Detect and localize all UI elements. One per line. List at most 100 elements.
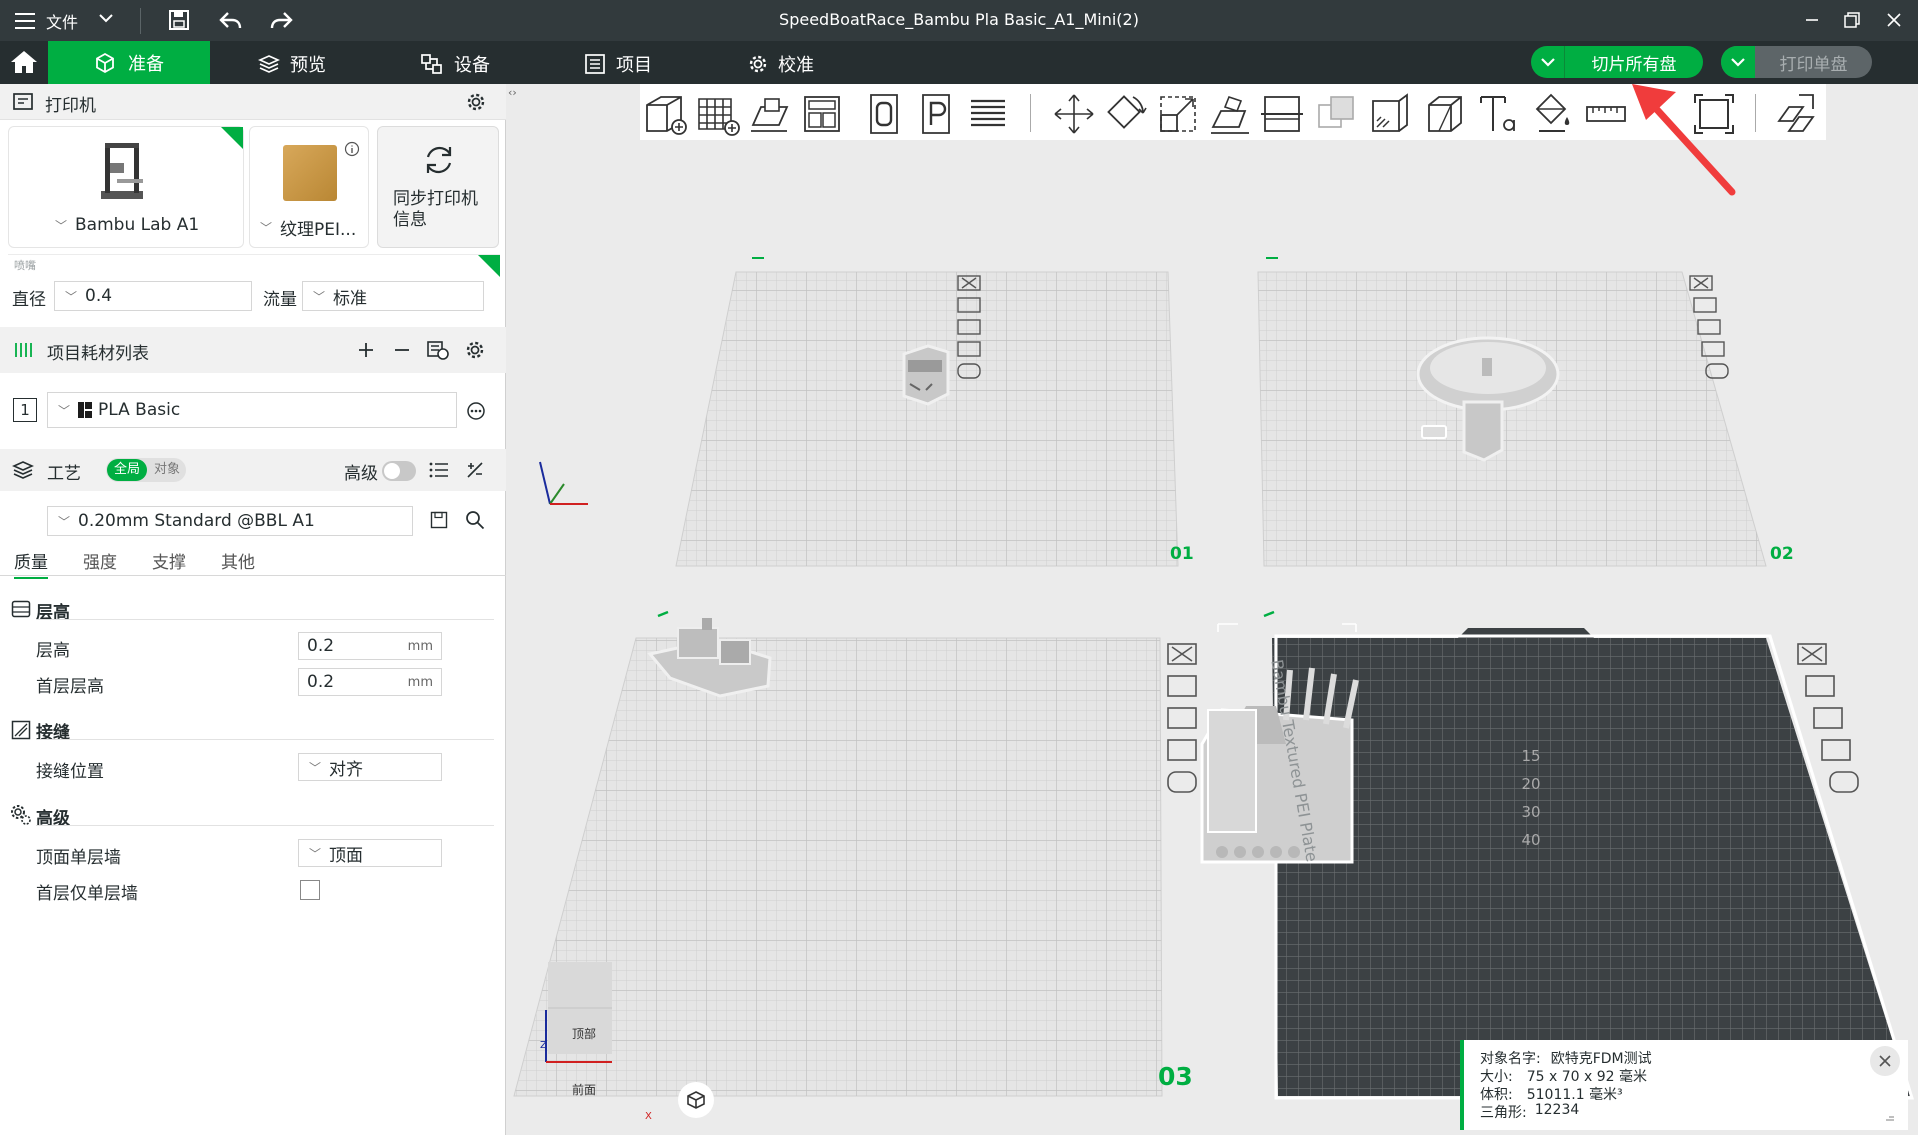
process-section-header: 工艺 全局 对象 高级 — [0, 449, 506, 491]
collapse-sidebar-icon[interactable]: ‹› — [508, 86, 517, 99]
more-options-icon[interactable] — [466, 401, 486, 421]
close-info-button[interactable] — [1870, 1046, 1900, 1076]
sync-printer-button[interactable]: 同步打印机信息 — [377, 126, 499, 248]
layer-height-input[interactable]: 0.2 mm — [298, 632, 442, 660]
add-icon[interactable] — [356, 340, 376, 360]
arrange-icon[interactable] — [798, 90, 846, 138]
tab-preview[interactable]: 预览 — [258, 51, 326, 77]
tab-calibration[interactable]: 校准 — [748, 51, 814, 77]
filament-select[interactable]: ﹀ PLA Basic — [47, 392, 457, 428]
move-icon[interactable] — [1050, 90, 1098, 138]
divider — [36, 739, 494, 740]
3d-viewport[interactable] — [506, 140, 1918, 1135]
close-icon — [1878, 1054, 1892, 1068]
first-layer-height-input[interactable]: 0.2 mm — [298, 668, 442, 696]
gear-icon[interactable] — [465, 340, 485, 360]
object-size-row: 大小: 75 x 70 x 92 毫米 — [1480, 1066, 1647, 1086]
tab-project[interactable]: 项目 — [584, 51, 652, 77]
printer-section-header: 打印机 — [0, 84, 506, 120]
dice-model[interactable] — [902, 344, 950, 406]
printer-select[interactable]: ﹀ Bambu Lab A1 — [55, 215, 199, 235]
divider — [1030, 94, 1031, 132]
lay-on-face-icon[interactable] — [1206, 90, 1254, 138]
seam-position-select[interactable]: ﹀ 对齐 — [298, 753, 442, 781]
seam-position-label: 接缝位置 — [36, 762, 104, 782]
toggle-object[interactable]: 对象 — [150, 459, 184, 481]
tab-preview-label: 预览 — [290, 55, 326, 76]
scale-icon[interactable] — [1154, 90, 1202, 138]
minimize-icon[interactable] — [1804, 12, 1820, 28]
tab-support[interactable]: 支撑 — [152, 548, 186, 573]
first-layer-one-wall-checkbox[interactable] — [300, 880, 320, 900]
chevron-down-icon[interactable] — [1721, 46, 1755, 78]
tab-quality[interactable]: 质量 — [14, 548, 48, 579]
home-icon[interactable] — [10, 49, 38, 75]
layers-stack-icon[interactable] — [964, 90, 1012, 138]
plate-04[interactable] — [1263, 610, 1915, 1100]
gear-icon[interactable] — [466, 92, 486, 112]
seam-position-value: 对齐 — [329, 759, 364, 780]
add-object-icon[interactable] — [642, 90, 690, 138]
chevron-down-icon: ﹀ — [309, 846, 322, 861]
slice-all-button[interactable]: 切片所有盘 — [1531, 46, 1703, 78]
auto-orient-icon[interactable] — [746, 90, 794, 138]
search-icon[interactable] — [465, 510, 485, 530]
selected-corner-marker — [478, 255, 500, 277]
diameter-select[interactable]: ﹀ 0.4 — [54, 281, 252, 311]
assembly-icon[interactable] — [1772, 90, 1820, 138]
global-object-toggle[interactable]: 全局 对象 — [106, 458, 186, 482]
plate-02[interactable] — [1257, 257, 1767, 567]
tab-prepare[interactable]: 准备 — [48, 41, 210, 84]
object-volume-label: 体积: — [1480, 1087, 1513, 1103]
tab-others[interactable]: 其他 — [221, 548, 255, 573]
info-icon[interactable] — [344, 141, 360, 157]
percent-compare-icon[interactable] — [465, 460, 485, 480]
seam-paint-icon[interactable] — [1420, 90, 1468, 138]
remove-icon[interactable] — [392, 340, 412, 360]
object-name-value: 欧特克FDM测试 — [1550, 1051, 1652, 1067]
top-one-wall-select[interactable]: ﹀ 顶面 — [298, 839, 442, 867]
flow-select[interactable]: ﹀ 标准 — [302, 281, 484, 311]
plate-paint-icon[interactable] — [912, 90, 960, 138]
plate-01[interactable] — [675, 257, 1179, 567]
tab-device[interactable]: 设备 — [420, 51, 490, 77]
advanced-switch[interactable] — [382, 461, 416, 481]
camera-view-button[interactable] — [678, 1082, 714, 1118]
tab-strength[interactable]: 强度 — [83, 548, 117, 573]
layer-height-icon — [11, 600, 31, 618]
object-triangles-row: 三角形: 12234 — [1480, 1102, 1579, 1122]
filament-sync-icon[interactable] — [426, 339, 450, 361]
plate-03-controls[interactable] — [1167, 643, 1197, 793]
filament-section-header: 项目耗材列表 — [0, 327, 506, 373]
cut-icon[interactable] — [1258, 90, 1306, 138]
printer-card[interactable]: ﹀ Bambu Lab A1 — [8, 126, 244, 248]
filament-color-swatch — [78, 402, 93, 418]
divider — [1755, 94, 1756, 132]
chevron-down-icon: ﹀ — [55, 218, 68, 233]
save-preset-icon[interactable] — [430, 511, 448, 529]
chevron-down-icon: ﹀ — [58, 403, 71, 418]
plate-01-number: 01 — [1170, 544, 1194, 564]
boolean-icon[interactable] — [1312, 90, 1360, 138]
chevron-down-icon[interactable] — [1531, 46, 1565, 78]
print-plate-button[interactable]: 打印单盘 — [1721, 46, 1872, 78]
build-plate-card[interactable]: ﹀ 纹理PEI... — [249, 126, 369, 248]
resize-grip-icon[interactable] — [1884, 1110, 1896, 1122]
filament-index[interactable]: 1 — [13, 398, 37, 422]
filament-icon — [13, 341, 35, 359]
support-paint-icon[interactable] — [1366, 90, 1414, 138]
build-plate-image — [283, 145, 337, 201]
rotate-icon[interactable] — [1102, 90, 1150, 138]
add-plate-icon[interactable] — [694, 90, 742, 138]
close-window-icon[interactable] — [1885, 11, 1903, 29]
restore-icon[interactable] — [1843, 11, 1861, 29]
color-paint-icon[interactable] — [1528, 90, 1576, 138]
plate-orient-icon[interactable] — [860, 90, 908, 138]
process-preset-select[interactable]: ﹀ 0.20mm Standard @BBL A1 — [47, 506, 413, 536]
toggle-global[interactable]: 全局 — [107, 459, 147, 481]
build-plate-select[interactable]: ﹀ 纹理PEI... — [260, 215, 356, 240]
object-volume-row: 体积: 51011.1 毫米³ — [1480, 1084, 1623, 1104]
list-icon[interactable] — [429, 461, 449, 479]
flow-value: 标准 — [333, 288, 368, 309]
text-icon[interactable] — [1474, 90, 1522, 138]
